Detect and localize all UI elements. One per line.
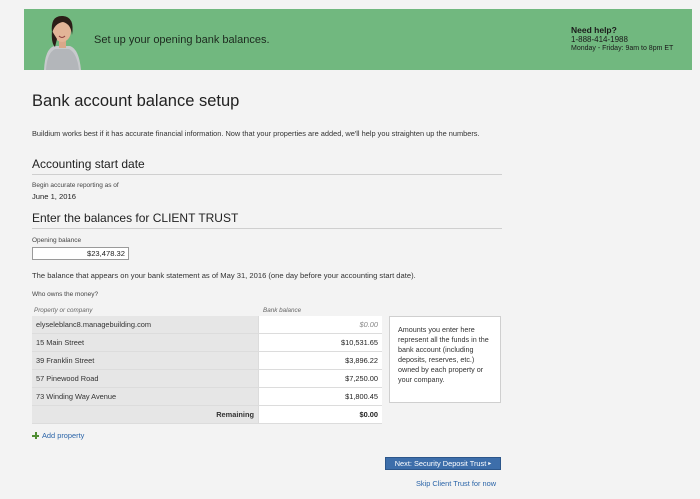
next-button-label: Next: Security Deposit Trust (394, 459, 487, 468)
balance-input[interactable]: $0.00 (258, 316, 382, 334)
balance-input[interactable]: $10,531.65 (258, 333, 382, 352)
divider (32, 228, 502, 229)
opening-balance-label: Opening balance (32, 237, 82, 244)
support-person-avatar (36, 9, 88, 70)
help-box: Need help? 1-888-414-1988 Monday - Frida… (571, 26, 673, 53)
remaining-label: Remaining (32, 405, 259, 424)
start-date-value: June 1, 2016 (32, 192, 76, 201)
balance-input[interactable]: $3,896.22 (258, 351, 382, 370)
balances-heading: Enter the balances for CLIENT TRUST (32, 211, 239, 225)
remaining-row: Remaining $0.00 (32, 405, 382, 424)
help-phone: 1-888-414-1988 (571, 35, 628, 44)
arrow-right-icon: ▸ (488, 461, 492, 467)
reporting-label: Begin accurate reporting as of (32, 182, 119, 189)
table-row: elyseleblanc8.managebuilding.com $0.00 (32, 316, 382, 334)
intro-text: Buildium works best if it has accurate f… (32, 129, 480, 138)
add-property-link[interactable]: Add property (32, 431, 84, 440)
table-row: 15 Main Street $10,531.65 (32, 333, 382, 352)
balance-input[interactable]: $1,800.45 (258, 387, 382, 406)
help-hours: Monday - Friday: 9am to 8pm ET (571, 45, 674, 52)
page-title: Bank account balance setup (32, 92, 240, 110)
table-row: 39 Franklin Street $3,896.22 (32, 351, 382, 370)
table-row: 73 Winding Way Avenue $1,800.45 (32, 387, 382, 406)
next-button[interactable]: Next: Security Deposit Trust ▸ (385, 457, 501, 470)
help-title: Need help? (571, 25, 617, 35)
who-owns-label: Who owns the money? (32, 291, 99, 298)
balance-table: elyseleblanc8.managebuilding.com $0.00 1… (32, 316, 382, 424)
info-note: Amounts you enter here represent all the… (389, 316, 501, 403)
divider (32, 174, 502, 175)
table-row: 57 Pinewood Road $7,250.00 (32, 369, 382, 388)
statement-note: The balance that appears on your bank st… (32, 271, 416, 280)
column-header-property: Property or company (34, 307, 93, 314)
banner-message: Set up your opening bank balances. (94, 34, 270, 46)
add-property-label: Add property (42, 431, 85, 440)
property-name: 39 Franklin Street (32, 351, 259, 370)
property-name: 15 Main Street (32, 333, 259, 352)
balance-input[interactable]: $7,250.00 (258, 369, 382, 388)
remaining-value: $0.00 (258, 405, 382, 424)
property-name: 57 Pinewood Road (32, 369, 259, 388)
setup-banner: Set up your opening bank balances. Need … (24, 9, 692, 70)
accounting-start-heading: Accounting start date (32, 157, 145, 171)
skip-link[interactable]: Skip Client Trust for now (416, 479, 496, 488)
column-header-balance: Bank balance (263, 307, 302, 314)
opening-balance-input[interactable] (32, 247, 129, 260)
property-name: 73 Winding Way Avenue (32, 387, 259, 406)
property-name: elyseleblanc8.managebuilding.com (32, 316, 259, 334)
plus-icon (32, 432, 39, 439)
